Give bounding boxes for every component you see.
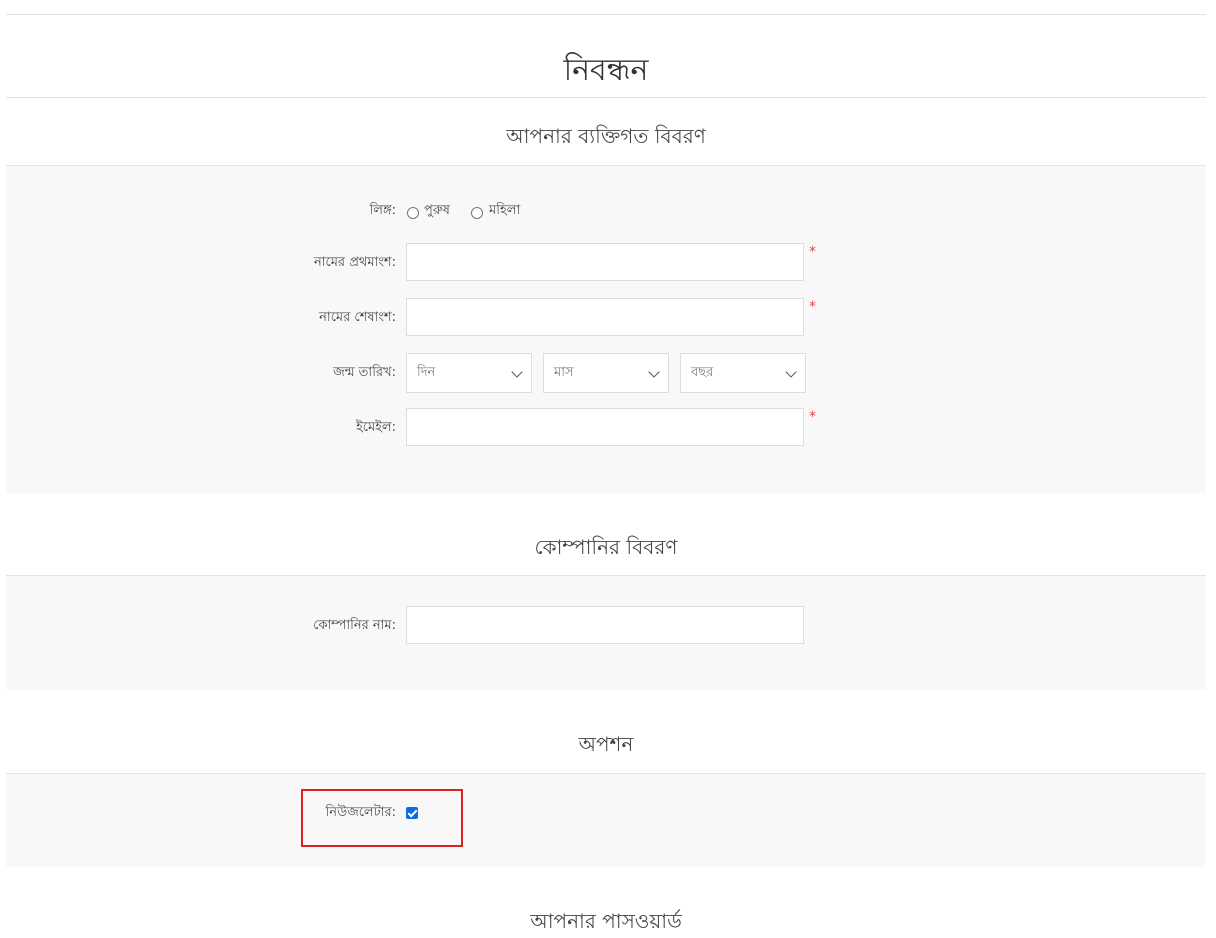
last-name-input[interactable] (406, 298, 804, 336)
dob-month-value: মাস (554, 365, 574, 380)
registration-page: নিবন্ধন আপনার ব্যক্তিগত বিবরণ লিঙ্গ: পুর… (0, 0, 1216, 938)
email-label: ইমেইল: (355, 420, 396, 435)
last-name-required-marker: * (809, 299, 816, 315)
email-input[interactable] (406, 408, 804, 446)
section-title-personal: আপনার ব্যক্তিগত বিবরণ (506, 124, 706, 148)
chevron-down-icon (511, 366, 523, 378)
page-title: নিবন্ধন (563, 53, 649, 88)
gender-female-radio[interactable] (471, 207, 483, 219)
gender-male-label[interactable]: পুরুষ (424, 201, 450, 221)
first-name-label: নামের প্রথমাংশ: (313, 255, 396, 270)
dob-day-select[interactable]: দিন (406, 353, 532, 393)
dob-day-value: দিন (417, 365, 436, 380)
company-name-label: কোম্পানির নাম: (313, 618, 396, 633)
last-name-label: নামের শেষাংশ: (319, 310, 396, 325)
section-title-password: আপনার পাসওয়ার্ড (530, 909, 682, 933)
dob-month-select[interactable]: মাস (543, 353, 669, 393)
email-required-marker: * (809, 409, 816, 425)
gender-male-radio[interactable] (407, 207, 419, 219)
newsletter-highlight-box (301, 789, 463, 847)
chevron-down-icon (785, 366, 797, 378)
gender-label: লিঙ্গ: (369, 203, 396, 218)
title-divider (6, 97, 1206, 98)
company-name-input[interactable] (406, 606, 804, 644)
first-name-required-marker: * (809, 244, 816, 260)
dob-year-value: বছর (691, 365, 714, 380)
dob-year-select[interactable]: বছর (680, 353, 806, 393)
chevron-down-icon (648, 366, 660, 378)
dob-label: জন্ম তারিখ: (333, 365, 396, 380)
top-divider (6, 14, 1206, 15)
gender-female-label[interactable]: মহিলা (489, 201, 520, 221)
section-title-options: অপশন (578, 732, 634, 756)
section-title-company: কোম্পানির বিবরণ (534, 535, 678, 559)
first-name-input[interactable] (406, 243, 804, 281)
options-panel (6, 774, 1206, 867)
